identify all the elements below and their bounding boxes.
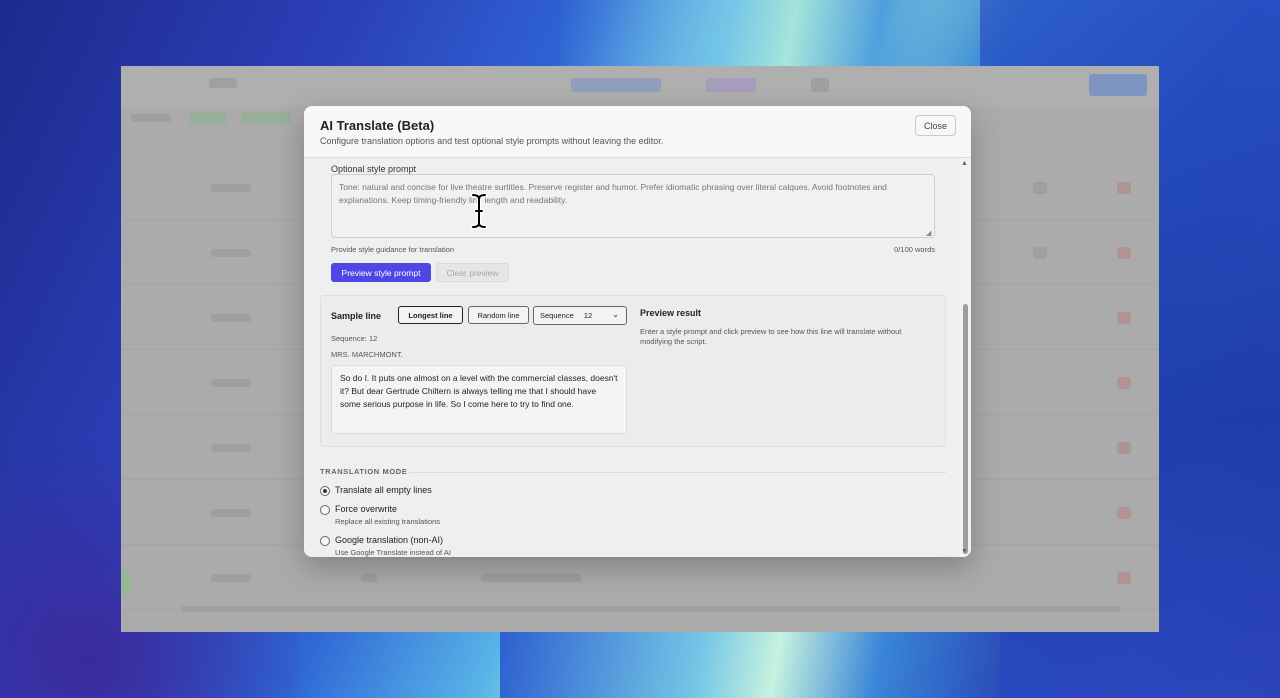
preview-result-title: Preview result <box>640 308 702 318</box>
radio-button[interactable] <box>320 505 330 515</box>
style-prompt-label: Optional style prompt <box>331 164 417 174</box>
close-button[interactable]: Close <box>915 115 956 136</box>
speaker-name: MRS. MARCHMONT. <box>331 350 403 359</box>
sequence-select[interactable]: Sequence 12 ⌄ <box>533 306 627 325</box>
resize-grip-icon[interactable]: ◢ <box>926 229 931 237</box>
wallpaper-shape <box>500 630 1000 698</box>
word-count: 0/100 words <box>894 245 935 254</box>
radio-button[interactable] <box>320 486 330 496</box>
longest-line-button[interactable]: Longest line <box>398 306 463 324</box>
ai-translate-modal: AI Translate (Beta) Configure translatio… <box>304 106 971 557</box>
sample-line-text: So do I. It puts one almost on a level w… <box>331 365 627 434</box>
sequence-info: Sequence: 12 <box>331 334 378 343</box>
modal-title: AI Translate (Beta) <box>320 118 435 133</box>
sequence-select-value: 12 <box>583 311 593 320</box>
translation-mode-title: TRANSLATION MODE <box>320 467 408 476</box>
clear-preview-button[interactable]: Clear preview <box>436 263 509 282</box>
radio-label: Translate all empty lines <box>335 485 432 495</box>
preview-result-description: Enter a style prompt and click preview t… <box>640 327 902 346</box>
style-prompt-input[interactable] <box>331 174 935 238</box>
modal-scrollbar[interactable]: ▲ ▼ <box>959 158 971 557</box>
section-divider <box>409 472 946 473</box>
modal-header: AI Translate (Beta) Configure translatio… <box>304 106 971 158</box>
radio-description: Use Google Translate instead of AI <box>335 548 451 557</box>
radio-button[interactable] <box>320 536 330 546</box>
radio-label: Google translation (non-AI) <box>335 535 444 545</box>
scroll-down-icon[interactable]: ▼ <box>961 548 968 556</box>
scroll-up-icon[interactable]: ▲ <box>961 160 968 168</box>
wallpaper-shape <box>560 0 980 70</box>
modal-body: Optional style prompt ◢ Provide style gu… <box>304 158 963 557</box>
scrollbar-thumb[interactable] <box>963 304 968 554</box>
sample-preview-panel: Sample line Longest line Random line Seq… <box>320 295 946 447</box>
radio-description: Replace all existing translations <box>335 517 441 526</box>
random-line-button[interactable]: Random line <box>468 306 529 324</box>
style-prompt-helper: Provide style guidance for translation <box>331 245 454 254</box>
sample-line-title: Sample line <box>331 311 382 321</box>
sequence-select-label: Sequence <box>540 311 574 320</box>
preview-style-prompt-button[interactable]: Preview style prompt <box>331 263 431 282</box>
chevron-down-icon: ⌄ <box>612 310 619 319</box>
radio-label: Force overwrite <box>335 504 398 514</box>
modal-subtitle: Configure translation options and test o… <box>320 136 664 146</box>
